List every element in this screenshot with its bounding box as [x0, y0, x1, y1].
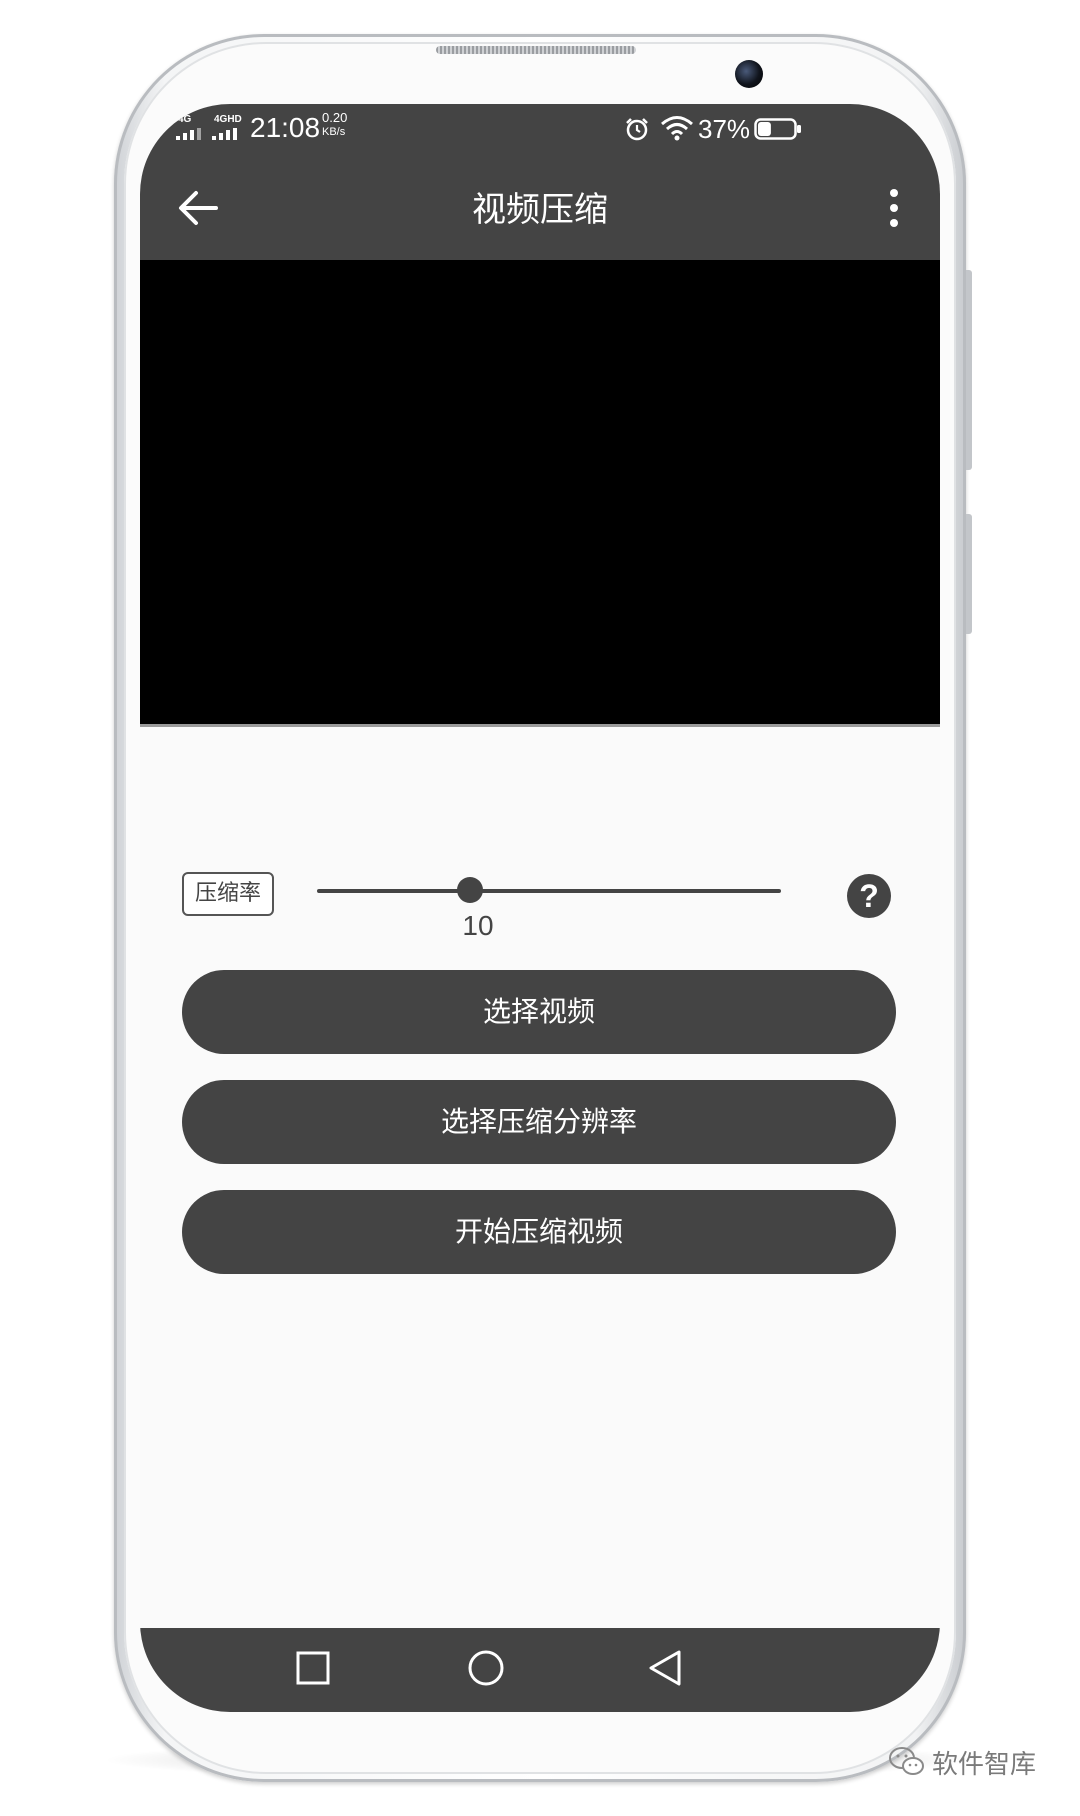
net-speed-unit: KB/s: [322, 126, 346, 138]
screen: 4G 4GHD 21:08 0.20 KB/s 37% 视频压缩 压缩率 10 …: [140, 104, 940, 1712]
status-time: 21:08: [250, 112, 321, 143]
back-triangle-icon[interactable]: [647, 1648, 683, 1688]
compression-slider-thumb[interactable]: [457, 877, 484, 903]
power-button: [966, 514, 972, 634]
signal-1-label: 4G: [178, 114, 192, 125]
wechat-icon: [889, 1747, 924, 1775]
alarm-icon: [626, 118, 648, 141]
video-preview[interactable]: [140, 260, 940, 727]
battery-percent: 37%: [698, 114, 751, 144]
more-vert-icon[interactable]: [886, 186, 902, 230]
page-title: 视频压缩: [472, 190, 608, 230]
home-circle-icon[interactable]: [466, 1648, 506, 1688]
signal-bars-icon: [212, 128, 237, 140]
select-video-button[interactable]: 选择视频: [182, 970, 896, 1054]
earpiece-speaker: [436, 46, 636, 54]
select-resolution-button[interactable]: 选择压缩分辨率: [182, 1080, 896, 1164]
signal-2-label: 4GHD: [214, 114, 242, 125]
signal-bars-icon: [176, 128, 201, 140]
watermark-text: 软件智库: [932, 1749, 1037, 1780]
volume-button: [966, 270, 972, 470]
help-icon[interactable]: ?: [847, 874, 891, 918]
net-speed-value: 0.20: [322, 110, 348, 125]
compression-slider-track[interactable]: [317, 889, 781, 893]
watermark: 软件智库: [888, 1742, 1036, 1782]
battery-icon: [754, 118, 801, 140]
status-bar: 4G 4GHD 21:08 0.20 KB/s 37%: [140, 104, 940, 156]
start-compress-button[interactable]: 开始压缩视频: [182, 1190, 896, 1274]
navigation-bar: [140, 1628, 940, 1712]
recents-square-icon[interactable]: [295, 1650, 331, 1686]
app-bar: 视频压缩: [140, 156, 940, 260]
front-camera: [735, 60, 763, 88]
compression-rate-label: 压缩率: [182, 872, 274, 916]
wifi-icon: [661, 116, 693, 141]
compression-slider-value: 10: [462, 910, 494, 941]
